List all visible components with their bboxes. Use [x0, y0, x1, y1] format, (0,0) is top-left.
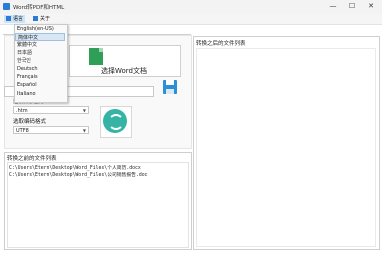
chevron-down-icon: ▼ — [82, 128, 86, 133]
select-word-label: 选择Word文档 — [101, 67, 147, 75]
app-icon — [3, 3, 10, 10]
format-value: .htm — [16, 108, 28, 114]
menu-language-label: 语言 — [13, 16, 24, 22]
lang-item-german[interactable]: Deutsch — [15, 65, 65, 73]
close-button[interactable]: ✕ — [364, 1, 378, 12]
menu-about[interactable]: 关于 — [31, 15, 52, 23]
lang-item-spanish[interactable]: Español — [15, 81, 65, 89]
save-icon-shutter — [166, 80, 174, 85]
refresh-arrows-icon — [108, 114, 124, 130]
window-title: Word转PDF和HTML — [13, 5, 65, 11]
language-icon — [6, 16, 11, 21]
format-select[interactable]: .htm ▼ — [13, 106, 89, 114]
chevron-down-icon: ▼ — [82, 108, 86, 113]
after-file-list[interactable] — [196, 48, 376, 247]
lang-item-italian[interactable]: Italiano — [15, 90, 65, 98]
document-fold-icon — [99, 48, 103, 52]
save-icon-label — [166, 89, 174, 94]
after-list-title: 转换之后的文件列表 — [196, 41, 246, 47]
lang-item-traditional-chinese[interactable]: 繁體中文 — [15, 41, 65, 49]
minimize-button[interactable]: — — [326, 1, 340, 12]
lang-item-simplified-chinese[interactable]: 简体中文 — [15, 33, 65, 41]
lang-item-french[interactable]: Français — [15, 73, 65, 81]
encoding-select[interactable]: UTF8 ▼ — [13, 126, 89, 134]
encoding-value: UTF8 — [16, 128, 29, 134]
maximize-button[interactable]: ☐ — [345, 1, 359, 12]
list-item[interactable]: C:\Users\Etern\Desktop\Word_Files\公司销售报告… — [9, 171, 148, 178]
menu-language[interactable]: 语言 — [4, 15, 26, 23]
before-list-title: 转换之前的文件列表 — [7, 156, 57, 162]
lang-item-japanese[interactable]: 日本語 — [15, 49, 65, 57]
menu-about-label: 关于 — [40, 16, 51, 22]
lang-item-korean[interactable]: 한국인 — [15, 57, 65, 65]
encoding-label: 选取编码格式 — [13, 119, 47, 125]
lang-item-english[interactable]: English(en-US) — [15, 25, 65, 33]
info-icon — [33, 16, 38, 21]
list-item[interactable]: C:\Users\Etern\Desktop\Word_Files\个人简历.d… — [9, 164, 141, 171]
